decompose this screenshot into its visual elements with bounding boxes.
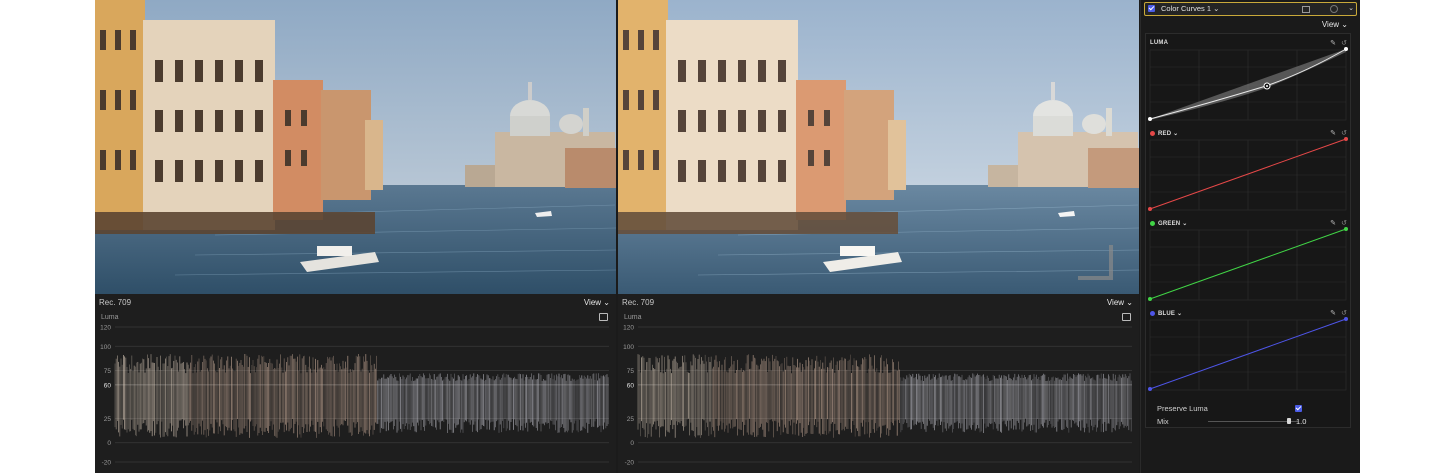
mix-value[interactable]: 1.0 <box>1296 417 1306 426</box>
scope-tick-label: -20 <box>102 460 112 467</box>
scope-tick-label: 75 <box>104 368 112 375</box>
mix-slider-thumb[interactable] <box>1287 418 1291 424</box>
viewer-original[interactable] <box>95 0 616 294</box>
scope-left: Rec. 709 View ⌄ Luma 120 100 75 60 25 0 -20 <box>95 294 616 473</box>
preserve-luma-checkbox[interactable] <box>1295 405 1302 412</box>
waveform-traces <box>114 354 609 438</box>
luma-waveform: 120 100 75 60 25 0 -20 <box>623 325 1132 467</box>
scope-tick-label: 100 <box>623 344 634 351</box>
scope-tick-label: 100 <box>100 344 111 351</box>
effect-name[interactable]: Color Curves 1 ⌄ <box>1161 4 1219 13</box>
mix-slider[interactable] <box>1208 421 1298 422</box>
scope-tick-label: 0 <box>630 440 634 447</box>
effect-mask-icon[interactable] <box>1302 6 1310 13</box>
scope-tick-label: 25 <box>104 416 112 423</box>
chevron-down-icon[interactable]: ⌄ <box>1348 4 1354 12</box>
luma-waveform: 120 100 75 60 25 0 -20 <box>100 325 609 467</box>
curve-point[interactable] <box>1148 117 1152 121</box>
venice-image-original <box>95 0 616 294</box>
scope-right: Rec. 709 View ⌄ Luma 120 100 75 60 25 0 -20 <box>618 294 1139 473</box>
scope-tick-label: -20 <box>625 460 635 467</box>
viewer-corrected[interactable] <box>618 0 1139 294</box>
color-inspector: Color Curves 1 ⌄ ⌄ View ⌄ LUMA ✎ ↺ RED ⌄… <box>1140 0 1360 473</box>
mix-label: Mix <box>1157 417 1169 426</box>
curve-graphs[interactable] <box>1146 34 1350 427</box>
scope-tick-label: 75 <box>627 368 635 375</box>
preserve-luma-label: Preserve Luma <box>1157 404 1208 413</box>
venice-image-corrected <box>618 0 1139 294</box>
curve-point[interactable] <box>1344 47 1348 51</box>
effect-enable-checkbox[interactable] <box>1148 5 1155 12</box>
scope-tick-label: 25 <box>627 416 635 423</box>
waveform-traces <box>637 354 1132 438</box>
curves-panel: LUMA ✎ ↺ RED ⌄ ✎ ↺ GREEN ⌄ ✎ ↺ BLUE ⌄ ✎ … <box>1145 33 1351 428</box>
scope-tick-label: 120 <box>100 325 111 332</box>
scope-tick-label: 60 <box>104 382 112 389</box>
scope-tick-label: 0 <box>107 440 111 447</box>
effect-reset-icon[interactable] <box>1330 5 1338 13</box>
app-window: Rec. 709 View ⌄ Luma 120 100 75 60 25 0 -20 Re… <box>95 0 1360 473</box>
scope-tick-label: 120 <box>623 325 634 332</box>
effect-selector[interactable]: Color Curves 1 ⌄ ⌄ <box>1144 2 1357 16</box>
scope-tick-label: 60 <box>627 382 635 389</box>
inspector-view-menu[interactable]: View ⌄ <box>1322 20 1348 29</box>
